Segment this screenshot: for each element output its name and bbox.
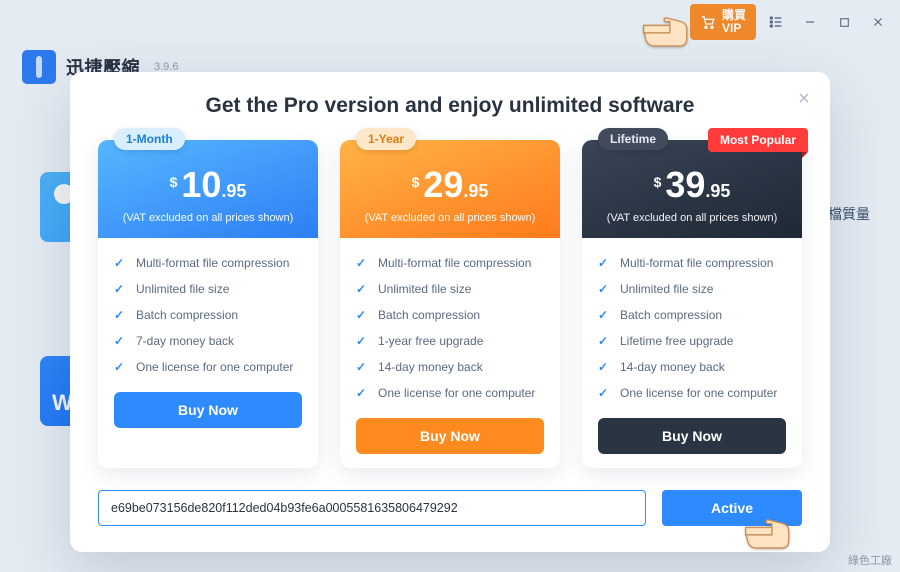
vat-note: (VAT excluded on all prices shown) xyxy=(108,212,308,224)
license-row: Active xyxy=(98,490,802,526)
check-icon: ✓ xyxy=(598,386,612,400)
plan-badge: 1-Month xyxy=(114,128,185,150)
currency: $ xyxy=(412,174,420,190)
plan-1month: 1-Month $10.95 (VAT excluded on all pric… xyxy=(98,140,318,468)
feature-item: One license for one computer xyxy=(136,360,293,374)
feature-item: Multi-format file compression xyxy=(620,256,773,270)
buy-now-button[interactable]: Buy Now xyxy=(114,392,302,428)
check-icon: ✓ xyxy=(598,256,612,270)
check-icon: ✓ xyxy=(356,386,370,400)
feature-list: ✓ Multi-format file compression ✓ Unlimite… xyxy=(582,238,802,412)
modal-title: Get the Pro version and enjoy unlimited … xyxy=(98,94,802,118)
feature-item: Multi-format file compression xyxy=(378,256,531,270)
check-icon: ✓ xyxy=(114,308,128,322)
buy-now-button[interactable]: Buy Now xyxy=(356,418,544,454)
feature-item: One license for one computer xyxy=(620,386,777,400)
feature-item: Batch compression xyxy=(136,308,238,322)
feature-list: ✓ Multi-format file compression ✓ Unlimite… xyxy=(340,238,560,412)
check-icon: ✓ xyxy=(356,282,370,296)
check-icon: ✓ xyxy=(598,334,612,348)
check-icon: ✓ xyxy=(356,334,370,348)
check-icon: ✓ xyxy=(356,360,370,374)
feature-item: Unlimited file size xyxy=(378,282,471,296)
check-icon: ✓ xyxy=(114,256,128,270)
feature-list: ✓ Multi-format file compression ✓ Unlimite… xyxy=(98,238,318,386)
feature-item: 1-year free upgrade xyxy=(378,334,483,348)
price-dec: .95 xyxy=(705,181,730,201)
plan-lifetime: Lifetime Most Popular $39.95 (VAT exclud… xyxy=(582,140,802,468)
license-key-input[interactable] xyxy=(98,490,646,526)
vat-note: (VAT excluded on all prices shown) xyxy=(350,212,550,224)
check-icon: ✓ xyxy=(114,282,128,296)
check-icon: ✓ xyxy=(356,308,370,322)
feature-item: Batch compression xyxy=(378,308,480,322)
activate-button[interactable]: Active xyxy=(662,490,802,526)
feature-item: Unlimited file size xyxy=(620,282,713,296)
pricing-plans: 1-Month $10.95 (VAT excluded on all pric… xyxy=(98,140,802,468)
feature-item: 7-day money back xyxy=(136,334,234,348)
feature-item: Unlimited file size xyxy=(136,282,229,296)
feature-item: Batch compression xyxy=(620,308,722,322)
check-icon: ✓ xyxy=(114,360,128,374)
plan-badge: 1-Year xyxy=(356,128,416,150)
feature-item: 14-day money back xyxy=(620,360,725,374)
feature-item: One license for one computer xyxy=(378,386,535,400)
check-icon: ✓ xyxy=(114,334,128,348)
check-icon: ✓ xyxy=(356,256,370,270)
vat-note: (VAT excluded on all prices shown) xyxy=(592,212,792,224)
plan-price-head: $29.95 (VAT excluded on all prices shown… xyxy=(340,140,560,238)
watermark: 綠色工廠 xyxy=(848,552,892,568)
check-icon: ✓ xyxy=(598,360,612,374)
check-icon: ✓ xyxy=(598,282,612,296)
plan-price-head: $39.95 (VAT excluded on all prices shown… xyxy=(582,140,802,238)
most-popular-ribbon: Most Popular xyxy=(708,128,808,152)
price-int: 29 xyxy=(423,164,463,205)
price-dec: .95 xyxy=(463,181,488,201)
upgrade-modal: Get the Pro version and enjoy unlimited … xyxy=(70,72,830,552)
plan-price-head: $10.95 (VAT excluded on all prices shown… xyxy=(98,140,318,238)
feature-item: Lifetime free upgrade xyxy=(620,334,733,348)
feature-item: 14-day money back xyxy=(378,360,483,374)
currency: $ xyxy=(170,174,178,190)
price-int: 10 xyxy=(181,164,221,205)
plan-badge: Lifetime xyxy=(598,128,668,150)
price-dec: .95 xyxy=(221,181,246,201)
check-icon: ✓ xyxy=(598,308,612,322)
modal-close-button[interactable] xyxy=(796,90,812,111)
buy-now-button[interactable]: Buy Now xyxy=(598,418,786,454)
feature-item: Multi-format file compression xyxy=(136,256,289,270)
currency: $ xyxy=(654,174,662,190)
price-int: 39 xyxy=(665,164,705,205)
plan-1year: 1-Year $29.95 (VAT excluded on all price… xyxy=(340,140,560,468)
